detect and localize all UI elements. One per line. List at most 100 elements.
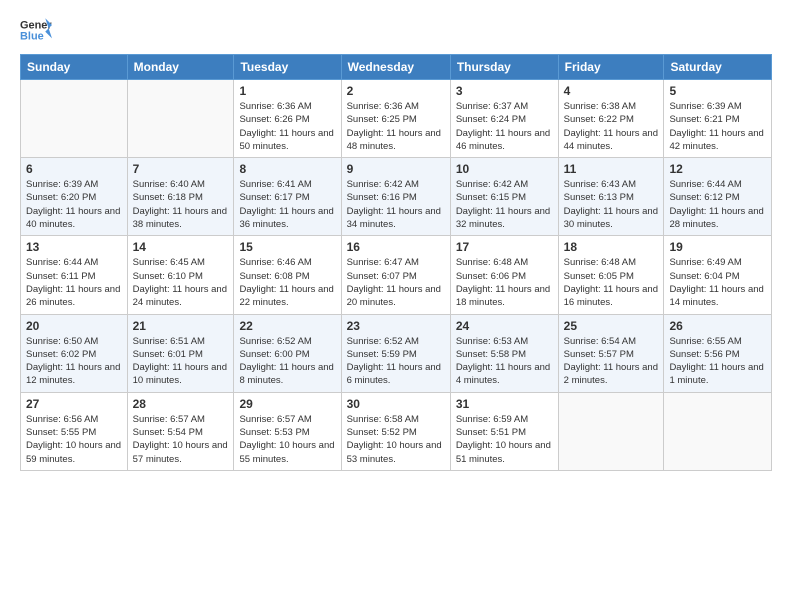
day-cell: 2 Sunrise: 6:36 AMSunset: 6:25 PMDaylight… [341, 80, 450, 158]
day-cell [664, 392, 772, 470]
day-number: 21 [133, 319, 229, 333]
day-info: Sunrise: 6:44 AMSunset: 6:12 PMDaylight:… [669, 178, 766, 231]
week-row-4: 20Sunrise: 6:50 AMSunset: 6:02 PMDayligh… [21, 314, 772, 392]
day-info: Sunrise: 6:43 AMSunset: 6:13 PMDaylight:… [564, 178, 659, 231]
page: General Blue SundayMondayTuesdayWednesda… [0, 0, 792, 612]
day-info: Sunrise: 6:56 AMSunset: 5:55 PMDaylight:… [26, 413, 122, 466]
day-cell: 21 Sunrise: 6:51 AMSunset: 6:01 PMDayligh… [127, 314, 234, 392]
day-cell: 4 Sunrise: 6:38 AMSunset: 6:22 PMDaylight… [558, 80, 664, 158]
day-info: Sunrise: 6:52 AMSunset: 6:00 PMDaylight:… [239, 335, 335, 388]
day-number: 27 [26, 397, 122, 411]
calendar-table: SundayMondayTuesdayWednesdayThursdayFrid… [20, 54, 772, 471]
week-row-2: 6Sunrise: 6:39 AMSunset: 6:20 PMDaylight… [21, 158, 772, 236]
day-info: Sunrise: 6:47 AMSunset: 6:07 PMDaylight:… [347, 256, 445, 309]
day-cell: 10 Sunrise: 6:42 AMSunset: 6:15 PMDayligh… [450, 158, 558, 236]
day-cell: 29 Sunrise: 6:57 AMSunset: 5:53 PMDayligh… [234, 392, 341, 470]
day-cell: 18Sunrise: 6:48 AMSunset: 6:05 PMDayligh… [558, 236, 664, 314]
day-info: Sunrise: 6:51 AMSunset: 6:01 PMDaylight:… [133, 335, 229, 388]
day-cell: 28Sunrise: 6:57 AMSunset: 5:54 PMDayligh… [127, 392, 234, 470]
logo: General Blue [20, 16, 52, 44]
day-number: 13 [26, 240, 122, 254]
day-number: 24 [456, 319, 553, 333]
week-row-5: 27 Sunrise: 6:56 AMSunset: 5:55 PMDayligh… [21, 392, 772, 470]
day-number: 5 [669, 84, 766, 98]
day-info: Sunrise: 6:55 AMSunset: 5:56 PMDaylight:… [669, 335, 766, 388]
day-info: Sunrise: 6:36 AMSunset: 6:25 PMDaylight:… [347, 100, 445, 153]
day-cell: 31Sunrise: 6:59 AMSunset: 5:51 PMDayligh… [450, 392, 558, 470]
logo-icon: General Blue [20, 16, 52, 44]
day-cell [558, 392, 664, 470]
day-cell: 19 Sunrise: 6:49 AMSunset: 6:04 PMDayligh… [664, 236, 772, 314]
day-cell: 9Sunrise: 6:42 AMSunset: 6:16 PMDaylight… [341, 158, 450, 236]
day-cell: 16 Sunrise: 6:47 AMSunset: 6:07 PMDayligh… [341, 236, 450, 314]
day-info: Sunrise: 6:58 AMSunset: 5:52 PMDaylight:… [347, 413, 445, 466]
weekday-header-friday: Friday [558, 55, 664, 80]
day-info: Sunrise: 6:42 AMSunset: 6:15 PMDaylight:… [456, 178, 553, 231]
day-info: Sunrise: 6:39 AMSunset: 6:21 PMDaylight:… [669, 100, 766, 153]
day-number: 19 [669, 240, 766, 254]
day-number: 4 [564, 84, 659, 98]
day-number: 9 [347, 162, 445, 176]
week-row-1: 1 Sunrise: 6:36 AMSunset: 6:26 PMDaylight… [21, 80, 772, 158]
day-number: 31 [456, 397, 553, 411]
day-number: 12 [669, 162, 766, 176]
day-cell: 6Sunrise: 6:39 AMSunset: 6:20 PMDaylight… [21, 158, 128, 236]
day-cell: 1 Sunrise: 6:36 AMSunset: 6:26 PMDaylight… [234, 80, 341, 158]
day-info: Sunrise: 6:41 AMSunset: 6:17 PMDaylight:… [239, 178, 335, 231]
day-number: 1 [239, 84, 335, 98]
day-cell: 24 Sunrise: 6:53 AMSunset: 5:58 PMDayligh… [450, 314, 558, 392]
day-number: 29 [239, 397, 335, 411]
day-number: 14 [133, 240, 229, 254]
day-info: Sunrise: 6:53 AMSunset: 5:58 PMDaylight:… [456, 335, 553, 388]
day-number: 16 [347, 240, 445, 254]
day-info: Sunrise: 6:37 AMSunset: 6:24 PMDaylight:… [456, 100, 553, 153]
day-info: Sunrise: 6:45 AMSunset: 6:10 PMDaylight:… [133, 256, 229, 309]
day-info: Sunrise: 6:49 AMSunset: 6:04 PMDaylight:… [669, 256, 766, 309]
day-number: 2 [347, 84, 445, 98]
day-info: Sunrise: 6:44 AMSunset: 6:11 PMDaylight:… [26, 256, 122, 309]
day-cell: 15 Sunrise: 6:46 AMSunset: 6:08 PMDayligh… [234, 236, 341, 314]
day-number: 18 [564, 240, 659, 254]
day-cell: 11 Sunrise: 6:43 AMSunset: 6:13 PMDayligh… [558, 158, 664, 236]
day-cell: 12 Sunrise: 6:44 AMSunset: 6:12 PMDayligh… [664, 158, 772, 236]
day-number: 20 [26, 319, 122, 333]
day-cell: 17 Sunrise: 6:48 AMSunset: 6:06 PMDayligh… [450, 236, 558, 314]
day-number: 30 [347, 397, 445, 411]
day-number: 10 [456, 162, 553, 176]
day-info: Sunrise: 6:40 AMSunset: 6:18 PMDaylight:… [133, 178, 229, 231]
weekday-header-row: SundayMondayTuesdayWednesdayThursdayFrid… [21, 55, 772, 80]
day-cell: 25Sunrise: 6:54 AMSunset: 5:57 PMDayligh… [558, 314, 664, 392]
weekday-header-wednesday: Wednesday [341, 55, 450, 80]
day-number: 22 [239, 319, 335, 333]
day-cell: 8Sunrise: 6:41 AMSunset: 6:17 PMDaylight… [234, 158, 341, 236]
day-cell: 20Sunrise: 6:50 AMSunset: 6:02 PMDayligh… [21, 314, 128, 392]
day-cell: 7 Sunrise: 6:40 AMSunset: 6:18 PMDaylight… [127, 158, 234, 236]
svg-text:Blue: Blue [20, 30, 44, 42]
day-cell: 13 Sunrise: 6:44 AMSunset: 6:11 PMDayligh… [21, 236, 128, 314]
weekday-header-tuesday: Tuesday [234, 55, 341, 80]
header: General Blue [20, 16, 772, 44]
day-cell: 23Sunrise: 6:52 AMSunset: 5:59 PMDayligh… [341, 314, 450, 392]
day-number: 17 [456, 240, 553, 254]
day-info: Sunrise: 6:46 AMSunset: 6:08 PMDaylight:… [239, 256, 335, 309]
day-number: 15 [239, 240, 335, 254]
day-cell: 27 Sunrise: 6:56 AMSunset: 5:55 PMDayligh… [21, 392, 128, 470]
day-info: Sunrise: 6:38 AMSunset: 6:22 PMDaylight:… [564, 100, 659, 153]
day-info: Sunrise: 6:57 AMSunset: 5:53 PMDaylight:… [239, 413, 335, 466]
day-number: 25 [564, 319, 659, 333]
day-number: 3 [456, 84, 553, 98]
day-info: Sunrise: 6:48 AMSunset: 6:06 PMDaylight:… [456, 256, 553, 309]
day-cell [127, 80, 234, 158]
day-cell: 3 Sunrise: 6:37 AMSunset: 6:24 PMDaylight… [450, 80, 558, 158]
day-number: 23 [347, 319, 445, 333]
day-number: 7 [133, 162, 229, 176]
day-info: Sunrise: 6:39 AMSunset: 6:20 PMDaylight:… [26, 178, 122, 231]
day-number: 11 [564, 162, 659, 176]
day-number: 26 [669, 319, 766, 333]
day-info: Sunrise: 6:36 AMSunset: 6:26 PMDaylight:… [239, 100, 335, 153]
week-row-3: 13 Sunrise: 6:44 AMSunset: 6:11 PMDayligh… [21, 236, 772, 314]
day-cell: 26 Sunrise: 6:55 AMSunset: 5:56 PMDayligh… [664, 314, 772, 392]
day-cell: 5 Sunrise: 6:39 AMSunset: 6:21 PMDaylight… [664, 80, 772, 158]
day-info: Sunrise: 6:57 AMSunset: 5:54 PMDaylight:… [133, 413, 229, 466]
day-cell: 30 Sunrise: 6:58 AMSunset: 5:52 PMDayligh… [341, 392, 450, 470]
